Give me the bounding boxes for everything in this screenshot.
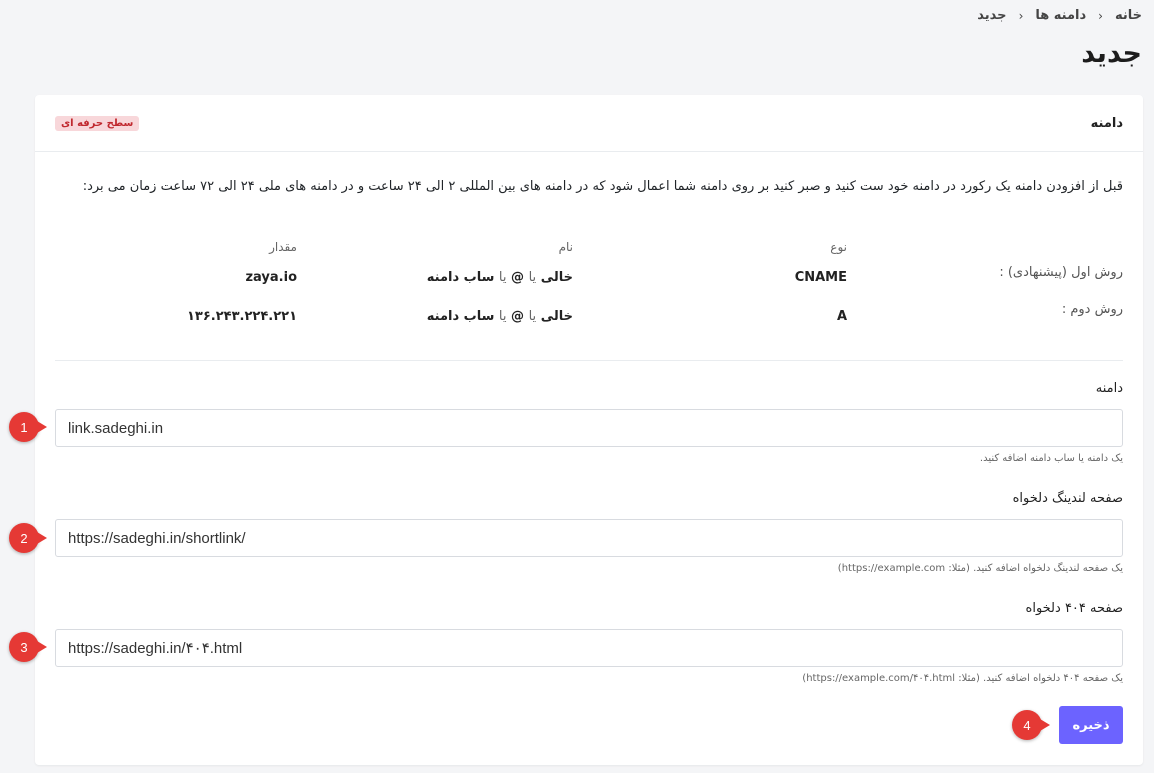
domain-input[interactable] [55,409,1123,447]
not-found-label: صفحه ۴۰۴ دلخواه [1025,601,1123,616]
col-header-value: مقدار [269,240,297,254]
record-name-2: خالی یا @ یا ساب دامنه [426,309,573,324]
record-method-2: روش دوم : [1061,302,1123,317]
chevron-left-icon: › [1018,8,1024,23]
record-type-2: A [836,309,847,324]
record-method-1: روش اول (پیشنهادی) : [999,265,1123,280]
col-header-name: نام [558,240,573,254]
breadcrumb-current: جدید [977,8,1007,23]
domain-card: دامنه سطح حرفه ای قبل از افزودن دامنه یک… [35,95,1143,765]
landing-help: یک صفحه لندینگ دلخواه اضافه کنید. (مثلا:… [837,563,1123,574]
breadcrumb: خانه › دامنه ها › جدید [977,8,1142,23]
breadcrumb-domains[interactable]: دامنه ها [1035,8,1086,23]
domain-help: یک دامنه یا ساب دامنه اضافه کنید. [979,453,1123,464]
plan-badge: سطح حرفه ای [55,115,140,131]
intro-text: قبل از افزودن دامنه یک رکورد در دامنه خو… [82,179,1123,194]
save-button[interactable]: ذخیره [1059,706,1123,744]
record-type-1: CNAME [794,270,847,285]
card-header: دامنه سطح حرفه ای [35,95,1143,152]
chevron-left-icon: › [1098,8,1103,23]
landing-label: صفحه لندینگ دلخواه [1012,491,1123,506]
record-name-1: خالی یا @ یا ساب دامنه [426,270,573,285]
breadcrumb-home[interactable]: خانه [1115,8,1142,23]
not-found-page-input[interactable] [55,629,1123,667]
step-marker-4: 4 [1012,710,1050,740]
divider [55,360,1123,361]
record-value-2: ۱۳۶.۲۴۳.۲۲۴.۲۲۱ [186,309,297,324]
step-marker-3: 3 [9,632,47,662]
step-marker-2: 2 [9,523,47,553]
card-title: دامنه [1090,115,1123,131]
not-found-help: یک صفحه ۴۰۴ دلخواه اضافه کنید. (مثلا: ht… [802,673,1123,684]
page-title: جدید [1081,38,1142,69]
record-value-1: zaya.io [245,270,297,285]
domain-label: دامنه [1095,381,1123,396]
landing-page-input[interactable] [55,519,1123,557]
step-marker-1: 1 [9,412,47,442]
col-header-type: نوع [830,240,847,254]
